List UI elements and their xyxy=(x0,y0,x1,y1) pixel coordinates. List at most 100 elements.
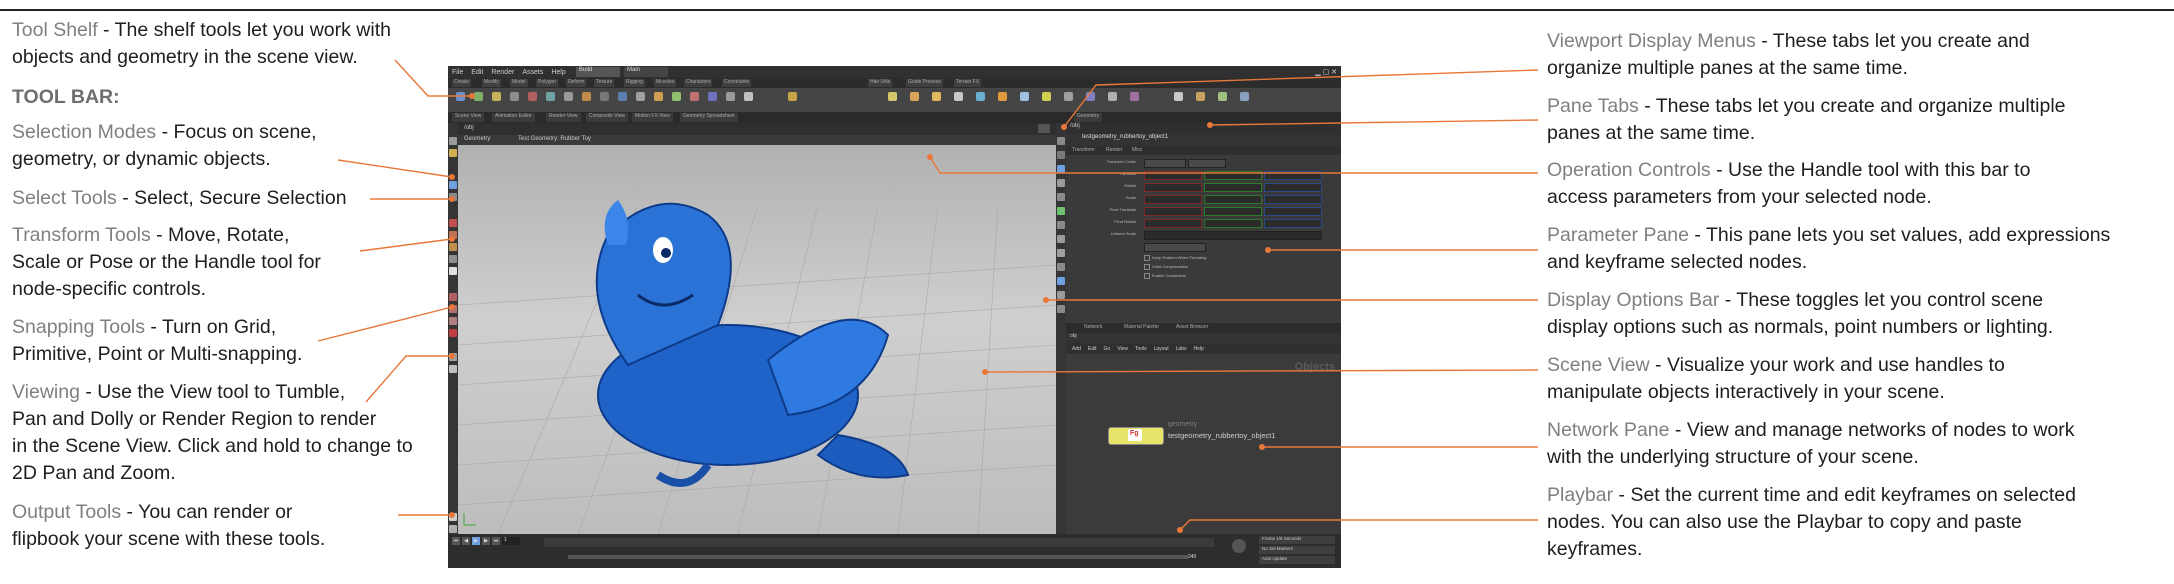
param-field-z[interactable] xyxy=(1264,207,1322,216)
end-frame-label[interactable]: 240 xyxy=(1188,554,1196,560)
pane-tab[interactable]: Motion FX View xyxy=(632,113,673,122)
net-menu-labs[interactable]: Labs xyxy=(1176,346,1187,352)
geometry-node[interactable]: Fg xyxy=(1108,427,1164,445)
net-tab-asset-browser[interactable]: Asset Browser xyxy=(1176,324,1208,330)
desktop-tab-main[interactable]: Main xyxy=(624,67,668,77)
shelf-tab[interactable]: Hair Utils xyxy=(868,79,893,87)
scale-icon[interactable] xyxy=(449,243,457,251)
timeline-range-slider[interactable] xyxy=(568,555,1188,559)
param-field-y[interactable] xyxy=(1204,183,1262,192)
ambient-light-icon[interactable] xyxy=(1130,92,1139,101)
shelf-tab[interactable]: Rigging xyxy=(624,79,645,87)
shelf-tab[interactable]: Polygon xyxy=(536,79,559,87)
point-numbers-icon[interactable] xyxy=(1057,179,1065,187)
viewport-path[interactable]: /obj xyxy=(464,125,474,131)
spray-paint-icon[interactable] xyxy=(654,92,663,101)
timeline[interactable] xyxy=(544,538,1214,547)
object-mode-icon[interactable] xyxy=(449,149,457,157)
param-field-x[interactable] xyxy=(1144,195,1202,204)
rotate-icon[interactable] xyxy=(449,231,457,239)
param-field-y[interactable] xyxy=(1204,171,1262,180)
playbar-option[interactable]: Frame 1/6 Seconds xyxy=(1259,536,1335,544)
step-back-icon[interactable]: ◀ xyxy=(462,537,470,545)
param-field-z[interactable] xyxy=(1264,219,1322,228)
normals-icon[interactable] xyxy=(1057,165,1065,173)
shelf-tab[interactable]: Muscles xyxy=(654,79,677,87)
param-menu[interactable] xyxy=(1144,243,1206,252)
param-check-enable-constraints[interactable]: Enable Constraints xyxy=(1144,273,1186,279)
pane-tab[interactable]: Scene View xyxy=(452,113,485,122)
point-light-icon[interactable] xyxy=(888,92,897,101)
step-forward-icon[interactable]: ▶ xyxy=(482,537,490,545)
viewport-op-label[interactable]: Test Geometry: Rubber Toy xyxy=(518,136,591,142)
handle-icon[interactable] xyxy=(449,267,457,275)
net-menu-edit[interactable]: Edit xyxy=(1088,346,1097,352)
volume-light-icon[interactable] xyxy=(976,92,985,101)
torus-icon[interactable] xyxy=(510,92,519,101)
shelf-tab[interactable]: Terrain FX xyxy=(954,79,982,87)
selection-mode-icon[interactable] xyxy=(449,137,457,145)
net-menu-help[interactable]: Help xyxy=(1194,346,1204,352)
curve-icon[interactable] xyxy=(600,92,609,101)
ghost-icon[interactable] xyxy=(1057,221,1065,229)
window-controls[interactable]: ▁ ▢ ✕ xyxy=(1315,68,1337,76)
desktop-tab-build[interactable]: Build xyxy=(576,67,620,77)
draw-curve-icon[interactable] xyxy=(618,92,627,101)
parameter-pane-path[interactable]: /obj xyxy=(1066,123,1341,134)
platonic-icon[interactable] xyxy=(690,92,699,101)
grid-icon[interactable] xyxy=(528,92,537,101)
current-frame-field[interactable]: 1 xyxy=(502,537,520,545)
jump-start-icon[interactable]: ⏮ xyxy=(452,537,460,545)
stereo-camera-icon[interactable] xyxy=(1196,92,1205,101)
net-menu-view[interactable]: View xyxy=(1117,346,1128,352)
grid-snap-icon[interactable] xyxy=(449,293,457,301)
camera-rig-icon[interactable] xyxy=(1174,92,1183,101)
param-tab-misc[interactable]: Misc xyxy=(1132,147,1142,153)
l-system-icon[interactable] xyxy=(708,92,717,101)
shelf-tab[interactable]: Guide Process xyxy=(906,79,943,87)
null-icon[interactable] xyxy=(546,92,555,101)
pane-tab[interactable]: Render View xyxy=(546,113,581,122)
play-icon[interactable]: ▶ xyxy=(472,537,480,545)
portal-light-icon[interactable] xyxy=(1108,92,1117,101)
wireframe-icon[interactable] xyxy=(1057,193,1065,201)
primitive-snap-icon[interactable] xyxy=(449,305,457,313)
switcher-icon[interactable] xyxy=(1240,92,1249,101)
sphere-icon[interactable] xyxy=(474,92,483,101)
param-field-y[interactable] xyxy=(1204,207,1262,216)
shading-icon[interactable] xyxy=(1057,151,1065,159)
net-tab-network[interactable]: Network xyxy=(1084,324,1102,330)
template-icon[interactable] xyxy=(1057,249,1065,257)
geometry-light-icon[interactable] xyxy=(954,92,963,101)
param-field-x[interactable] xyxy=(1144,171,1202,180)
param-check-keep-position[interactable]: Keep Position When Parenting xyxy=(1144,255,1206,261)
font-icon[interactable] xyxy=(672,92,681,101)
view-tool-icon[interactable] xyxy=(449,353,457,361)
playbar-option[interactable]: Auto Update xyxy=(1259,556,1335,564)
sky-light-icon[interactable] xyxy=(1042,92,1051,101)
point-snap-icon[interactable] xyxy=(449,317,457,325)
net-tab-material-palette[interactable]: Material Palette xyxy=(1124,324,1159,330)
caustic-light-icon[interactable] xyxy=(1086,92,1095,101)
param-field-x[interactable] xyxy=(1144,219,1202,228)
pane-tab[interactable]: Animation Editor xyxy=(492,113,535,122)
shelf-tab[interactable]: Characters xyxy=(684,79,713,87)
param-menu[interactable] xyxy=(1144,159,1186,168)
render-region-icon[interactable] xyxy=(449,365,457,373)
flipbook-icon[interactable] xyxy=(449,525,457,533)
pane-tab[interactable]: Geometry xyxy=(1074,113,1102,122)
secure-selection-icon[interactable] xyxy=(449,193,457,201)
shelf-tab[interactable]: Model xyxy=(510,79,528,87)
environment-light-icon[interactable] xyxy=(1020,92,1029,101)
net-menu-tools[interactable]: Tools xyxy=(1135,346,1147,352)
vr-camera-icon[interactable] xyxy=(1218,92,1227,101)
uv-icon[interactable] xyxy=(1057,291,1065,299)
shelf-tab[interactable]: Deform xyxy=(566,79,587,87)
param-field-y[interactable] xyxy=(1204,195,1262,204)
network-path[interactable]: obj xyxy=(1066,333,1341,343)
param-field-z[interactable] xyxy=(1264,195,1322,204)
param-field-z[interactable] xyxy=(1264,183,1322,192)
param-slider[interactable] xyxy=(1144,231,1322,240)
menu-assets[interactable]: Assets xyxy=(522,69,543,76)
backface-icon[interactable] xyxy=(1057,235,1065,243)
